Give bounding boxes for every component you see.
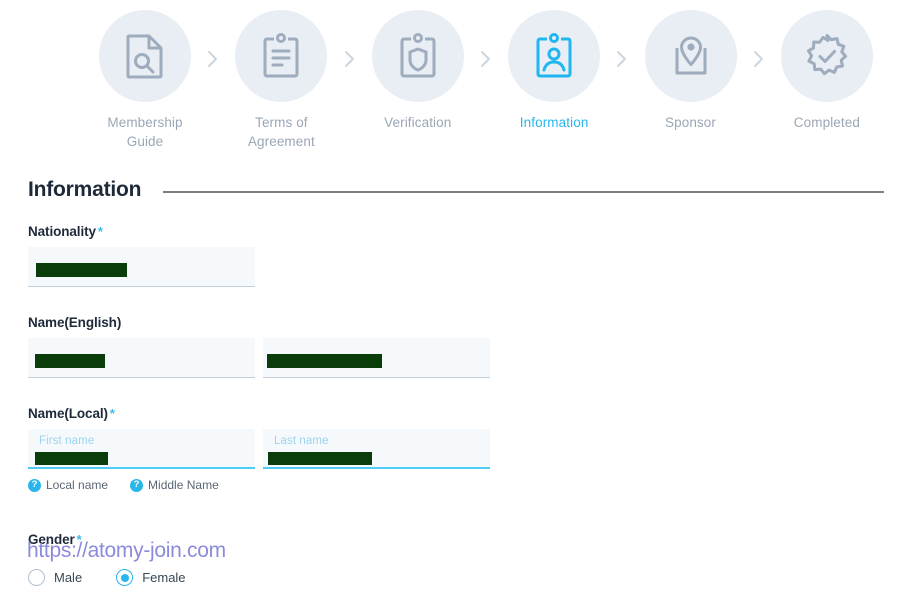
step-icon-circle [508,10,601,102]
name-english-first-input[interactable] [28,338,255,378]
name-local-first-input[interactable]: First name [28,429,255,469]
required-asterisk: * [109,406,115,421]
chevron-right-icon [342,50,358,68]
chevron-right-icon [478,50,494,68]
section-divider [163,191,884,193]
helper-middle-name[interactable]: ? Middle Name [130,478,219,492]
step-label: Information [519,115,589,130]
step-icon-circle [99,10,191,102]
question-mark-icon: ? [130,478,144,492]
nationality-row [28,247,498,287]
gender-radio-group: Male Female [28,569,428,586]
chevron-right-icon [205,50,221,68]
name-local-row: First name Last name [28,429,498,469]
step-label: Terms of Agreement [247,115,315,149]
progress-stepper: Membership Guide Terms of Agreement Veri… [96,10,876,160]
helper-local-name[interactable]: ? Local name [28,478,108,492]
helper-label: Middle Name [148,478,219,492]
field-group-gender: Gender * Male Female [28,532,428,586]
gender-option-label: Female [142,570,186,585]
name-local-helpers: ? Local name ? Middle Name [28,478,498,492]
radio-button-female[interactable] [116,569,134,586]
gender-label-text: Gender [28,532,75,547]
field-group-nationality: Nationality * [28,224,498,287]
information-form: Nationality * Name(English) Name(Local) … [28,224,498,492]
step-verification[interactable]: Verification [369,10,467,132]
map-pin-icon [675,36,706,75]
step-completed[interactable]: Completed [778,10,876,132]
redaction-bar [36,263,127,277]
nationality-select[interactable] [28,247,255,287]
redaction-bar [35,354,105,368]
field-group-name-english: Name(English) [28,315,498,378]
clipboard-shield-icon [400,33,436,78]
section-header: Information [28,174,884,206]
step-icon-circle [371,10,464,102]
step-icon-circle [644,10,737,102]
step-label: Sponsor [665,115,716,130]
question-mark-icon: ? [28,478,41,492]
name-local-last-placeholder: Last name [274,435,329,447]
name-english-row [28,338,498,378]
step-membership-guide[interactable]: Membership Guide [96,10,194,151]
badge-check-icon [806,34,847,76]
gender-option-male[interactable]: Male [28,569,82,586]
helper-label: Local name [46,478,109,492]
document-search-icon [126,34,163,79]
name-local-label: Name(Local) * [28,406,498,421]
required-asterisk: * [97,224,103,239]
nationality-label: Nationality * [28,224,498,239]
chevron-right-icon [614,50,630,68]
step-label: Verification [384,115,452,130]
field-group-name-local: Name(Local) * First name Last name ? Loca… [28,406,498,492]
step-icon-circle [235,10,328,102]
required-asterisk: * [76,532,82,547]
step-terms-of-agreement[interactable]: Terms of Agreement [232,10,330,151]
clipboard-list-icon [263,33,299,78]
step-information[interactable]: Information [505,10,603,132]
nationality-label-text: Nationality [28,224,96,239]
step-sponsor[interactable]: Sponsor [642,10,740,132]
chevron-right-icon [751,50,767,68]
redaction-bar [35,452,108,465]
step-label: Completed [793,115,860,130]
clipboard-person-icon [536,33,572,78]
name-local-label-text: Name(Local) [28,406,108,421]
name-english-last-input[interactable] [263,338,490,378]
redaction-bar [268,452,372,465]
registration-page: Membership Guide Terms of Agreement Veri… [0,0,900,589]
page-title: Information [28,178,142,201]
gender-option-label: Male [54,570,83,585]
name-english-label-text: Name(English) [28,315,122,330]
gender-label: Gender * [28,532,428,547]
redaction-bar [267,354,382,368]
name-local-first-placeholder: First name [39,435,95,447]
name-english-label: Name(English) [28,315,498,330]
name-local-last-input[interactable]: Last name [263,429,490,469]
gender-option-female[interactable]: Female [116,569,186,586]
step-icon-circle [780,10,873,102]
radio-button-male[interactable] [28,569,45,586]
step-label: Membership Guide [107,115,183,149]
